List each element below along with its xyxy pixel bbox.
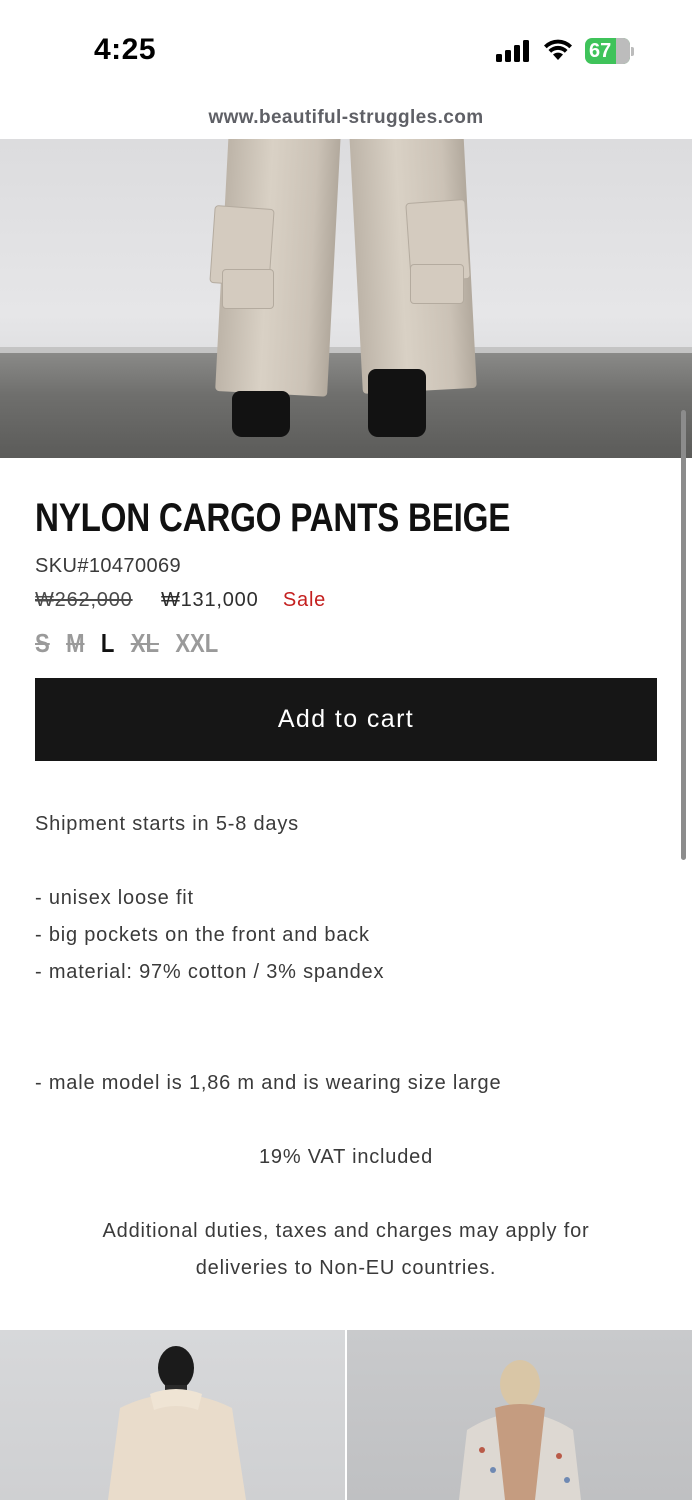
product-image[interactable]	[0, 139, 692, 458]
size-option-m[interactable]: M	[66, 628, 84, 659]
sale-badge: Sale	[282, 589, 327, 611]
scrollbar[interactable]	[681, 410, 686, 860]
battery-level: 67	[589, 40, 612, 62]
related-product-thumbnail[interactable]	[347, 1330, 692, 1500]
list-item: - unisex loose fit	[35, 887, 194, 909]
status-bar: 4:25 67	[0, 0, 692, 100]
duties-note-line-1: Additional duties, taxes and charges may…	[102, 1220, 590, 1242]
status-time: 4:25	[94, 33, 157, 66]
add-to-cart-button[interactable]: Add to cart	[35, 678, 657, 761]
product-sku: SKU#10470069	[35, 555, 182, 577]
related-product-thumbnail[interactable]	[0, 1330, 345, 1500]
price-row: ₩262,000 ₩131,000 Sale	[35, 589, 326, 612]
list-item: - material: 97% cotton / 3% spandex	[35, 961, 385, 983]
size-option-xl[interactable]: XL	[131, 628, 159, 659]
vat-note: 19% VAT included	[258, 1146, 433, 1168]
size-selector: S M L XL XXL	[35, 628, 229, 659]
wifi-icon	[544, 39, 572, 60]
size-option-l[interactable]: L	[101, 628, 115, 659]
size-option-xxl[interactable]: XXL	[175, 628, 218, 659]
product-page: 4:25 67 www.beautiful-struggles.com NYLO…	[0, 0, 692, 1500]
duties-note-line-2: deliveries to Non-EU countries.	[195, 1257, 497, 1279]
signal-icon	[496, 40, 532, 62]
size-option-s[interactable]: S	[35, 628, 50, 659]
url-bar[interactable]: www.beautiful-struggles.com	[0, 107, 692, 129]
battery-charging-icon: 67	[585, 38, 635, 64]
model-note: - male model is 1,86 m and is wearing si…	[35, 1072, 502, 1094]
original-price: ₩262,000	[35, 589, 133, 611]
sale-price: ₩131,000	[160, 589, 259, 611]
product-title: NYLON CARGO PANTS BEIGE	[35, 496, 511, 540]
shipment-note: Shipment starts in 5-8 days	[35, 813, 299, 835]
list-item: - big pockets on the front and back	[35, 924, 370, 946]
